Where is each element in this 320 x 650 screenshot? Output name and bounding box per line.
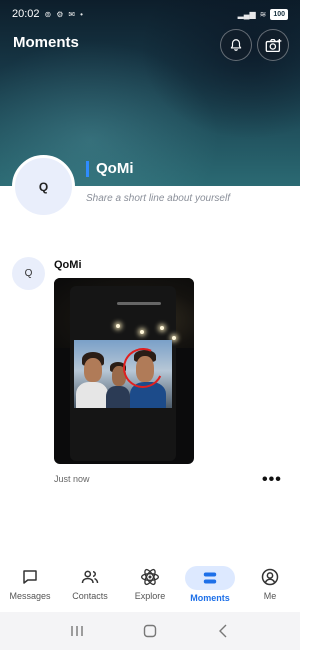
bio-placeholder[interactable]: Share a short line about yourself [86,193,230,204]
bell-icon [230,39,242,51]
nav-label: Moments [190,593,230,603]
nav-label: Messages [9,591,51,601]
nav-item-me[interactable]: Me [240,560,300,601]
status-time: 20:02 [12,8,40,20]
nav-label: Contacts [72,591,108,601]
bottom-navigation: Messages Contacts Explore Moments Me [0,560,300,610]
photo-selfie [74,340,172,408]
wifi-icon: ≋ [259,9,267,19]
home-icon[interactable] [143,624,157,638]
system-navigation-bar [0,612,300,650]
profile-name: QoMi [86,161,134,177]
explore-icon [141,568,159,586]
post-moment-button[interactable] [257,29,289,61]
nav-item-messages[interactable]: Messages [0,560,60,601]
nav-label: Me [263,591,277,601]
profile-icon [261,568,279,586]
moments-icon [203,572,217,584]
more-options-button[interactable]: ••• [262,472,282,488]
battery-icon: 100 [270,8,288,20]
post-avatar[interactable]: Q [12,257,45,290]
chat-icon [23,570,37,584]
post-timestamp: Just now [54,474,90,484]
notifications-button[interactable] [220,29,252,61]
photo-screen-header [94,300,184,308]
recents-icon[interactable] [70,624,84,638]
post-author[interactable]: QoMi [54,259,82,271]
post-photo[interactable] [54,278,194,464]
nav-label: Explore [134,591,166,601]
nav-item-contacts[interactable]: Contacts [60,560,120,601]
back-icon[interactable] [216,624,230,638]
contacts-icon [81,570,99,584]
dot-icon: • [80,9,83,19]
camera-plus-icon [265,38,281,52]
status-bar: 20:02 ⊚ ⚙ ✉ • ▂▄▆ ≋ 100 [0,0,300,28]
notification-icon: ⊚ [44,9,52,19]
profile-avatar[interactable]: Q [12,155,75,218]
mail-status-icon: ✉ [68,9,76,19]
nav-item-moments[interactable]: Moments [180,560,240,603]
page-title: Moments [13,34,79,51]
nav-item-explore[interactable]: Explore [120,560,180,601]
signal-icon: ▂▄▆ [237,9,256,19]
settings-status-icon: ⚙ [56,9,64,19]
